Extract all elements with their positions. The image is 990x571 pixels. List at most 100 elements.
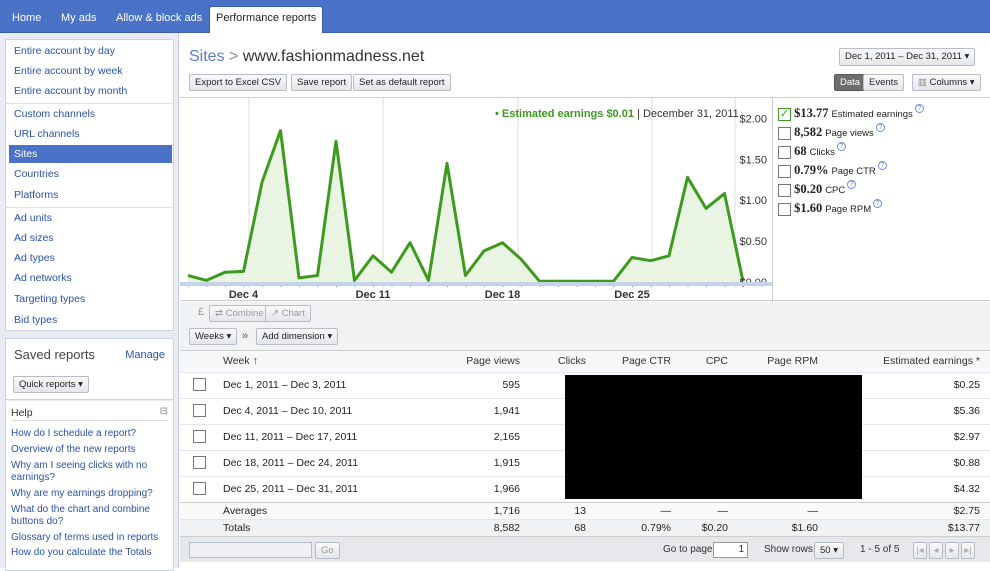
prev-page-icon[interactable]: ◂ (929, 542, 943, 559)
row-checkbox[interactable] (193, 378, 206, 391)
report-toolbar: £ ⇄ Combine ↗ Chart Weeks ▾ » Add dimens… (180, 302, 990, 351)
help-link-chart-combine[interactable]: What do the chart and combine buttons do… (11, 504, 169, 528)
help-links: How do I schedule a report? Overview of … (11, 428, 169, 559)
legend-value: 0.79% (794, 163, 829, 177)
events-view-button[interactable]: Events (863, 74, 905, 91)
combine-button[interactable]: ⇄ Combine (209, 305, 270, 322)
date-range-picker[interactable]: Dec 1, 2011 – Dec 31, 2011 ▾ (839, 48, 976, 66)
data-view-button[interactable]: Data (834, 74, 867, 91)
legend-checkbox[interactable] (778, 202, 791, 216)
legend-checkbox[interactable] (778, 126, 791, 140)
date-range-value: Dec 1, 2011 – Dec 31, 2011 (845, 51, 962, 62)
sidebar-item-ad-types[interactable]: Ad types (9, 249, 172, 267)
help-link-schedule[interactable]: How do I schedule a report? (11, 428, 169, 440)
manage-link[interactable]: Manage (125, 349, 165, 361)
sidebar-item-sites[interactable]: Sites (9, 145, 172, 163)
sidebar-item-entire-account-by-day[interactable]: Entire account by day (9, 42, 172, 60)
row-checkbox[interactable] (193, 456, 206, 469)
divider (6, 103, 173, 104)
first-page-icon[interactable]: |◂ (913, 542, 927, 559)
saved-reports-panel: Saved reports Manage Quick reports ▾ (5, 338, 174, 400)
averages-page-ctr: — (660, 505, 672, 517)
collapse-icon[interactable]: ⊟ (160, 406, 168, 417)
export-csv-button[interactable]: Export to Excel CSV (189, 74, 288, 91)
rows-per-page-dropdown[interactable]: 50 ▾ (814, 542, 844, 559)
legend-item[interactable]: $0.20 CPC? (778, 180, 857, 198)
row-page-views: 1,941 (493, 405, 520, 417)
sidebar-item-custom-channels[interactable]: Custom channels (9, 105, 172, 123)
totals-page-rpm: $1.60 (791, 522, 818, 534)
legend-checkbox[interactable] (778, 183, 791, 197)
tab-performance-reports[interactable]: Performance reports (209, 6, 324, 34)
sidebar-item-ad-networks[interactable]: Ad networks (9, 269, 172, 287)
chevron-down-icon: ▾ (226, 331, 232, 342)
chart-icon: ↗ (271, 308, 279, 319)
last-page-icon[interactable]: ▸| (961, 542, 975, 559)
legend-label: Page CTR (831, 166, 876, 177)
legend-value: $1.60 (794, 201, 823, 215)
sidebar-item-targeting-types[interactable]: Targeting types (9, 290, 172, 308)
column-header-week[interactable]: Week ↑ (223, 351, 258, 372)
sidebar-item-url-channels[interactable]: URL channels (9, 125, 172, 143)
help-link-glossary[interactable]: Glossary of terms used in reports (11, 532, 169, 544)
goto-page-input[interactable]: 1 (713, 542, 748, 558)
column-header-estimated-earnings[interactable]: Estimated earnings * (840, 351, 980, 372)
quick-reports-dropdown[interactable]: Quick reports ▾ (13, 376, 89, 393)
column-header-page-ctr[interactable]: Page CTR (611, 351, 671, 372)
sidebar-item-countries[interactable]: Countries (9, 165, 172, 183)
sidebar-item-ad-units[interactable]: Ad units (9, 209, 172, 227)
legend-checkbox[interactable] (778, 164, 791, 178)
sidebar-item-ad-sizes[interactable]: Ad sizes (9, 229, 172, 247)
averages-estimated-earnings: $2.75 (953, 505, 980, 517)
breadcrumb-sites[interactable]: Sites (189, 48, 225, 65)
help-link-clicks-no-earnings[interactable]: Why am I seeing clicks with no earnings? (11, 460, 169, 484)
legend-label: CPC (825, 185, 846, 196)
help-title: Help (11, 407, 33, 419)
add-dimension-label: Add dimension (262, 331, 325, 342)
help-icon[interactable]: ? (914, 104, 924, 113)
chart-button[interactable]: ↗ Chart (265, 305, 311, 322)
legend-item[interactable]: 68 Clicks? (778, 142, 846, 160)
row-checkbox[interactable] (193, 404, 206, 417)
tab-home[interactable]: Home (6, 7, 47, 33)
weeks-label: Weeks (195, 331, 224, 342)
help-icon[interactable]: ? (875, 123, 885, 132)
legend-checkbox[interactable]: ✓ (778, 107, 791, 121)
tab-my-ads[interactable]: My ads (55, 7, 102, 33)
column-header-page-views[interactable]: Page views (435, 351, 520, 372)
sidebar-item-bid-types[interactable]: Bid types (9, 311, 172, 329)
averages-page-rpm: — (807, 505, 819, 517)
next-page-icon[interactable]: ▸ (945, 542, 959, 559)
sidebar-item-entire-account-by-week[interactable]: Entire account by week (9, 62, 172, 80)
help-icon[interactable]: ? (877, 161, 887, 170)
sidebar: Entire account by day Entire account by … (0, 33, 179, 571)
legend-item[interactable]: ✓ $13.77 Estimated earnings? (778, 104, 924, 122)
columns-button[interactable]: ▥ Columns ▾ (912, 74, 981, 91)
set-default-report-button[interactable]: Set as default report (353, 74, 451, 91)
column-header-cpc[interactable]: CPC (693, 351, 728, 372)
column-header-clicks[interactable]: Clicks (542, 351, 586, 372)
table-footer: Go Go to page: 1 Show rows: 50 ▾ 1 - 5 o… (180, 536, 990, 562)
legend-item[interactable]: $1.60 Page RPM? (778, 199, 883, 217)
legend-item[interactable]: 0.79% Page CTR? (778, 161, 887, 179)
help-link-totals[interactable]: How do you calculate the Totals (11, 547, 169, 559)
column-header-page-rpm[interactable]: Page RPM (758, 351, 818, 372)
help-icon[interactable]: ? (873, 199, 883, 208)
sidebar-item-platforms[interactable]: Platforms (9, 186, 172, 204)
help-icon[interactable]: ? (847, 180, 857, 189)
filter-input[interactable] (189, 542, 312, 558)
help-link-earnings-dropping[interactable]: Why are my earnings dropping? (11, 488, 169, 500)
row-checkbox[interactable] (193, 482, 206, 495)
go-button[interactable]: Go (315, 542, 340, 559)
save-report-button[interactable]: Save report (291, 74, 353, 91)
help-icon[interactable]: ? (836, 142, 846, 151)
legend-item[interactable]: 8,582 Page views? (778, 123, 885, 141)
sidebar-item-entire-account-by-month[interactable]: Entire account by month (9, 82, 172, 100)
add-dimension-dropdown[interactable]: Add dimension ▾ (256, 328, 339, 345)
help-link-overview[interactable]: Overview of the new reports (11, 444, 169, 456)
weeks-dropdown[interactable]: Weeks ▾ (189, 328, 238, 345)
tab-allow-block-ads[interactable]: Allow & block ads (110, 7, 208, 33)
legend-checkbox[interactable] (778, 145, 791, 159)
row-checkbox[interactable] (193, 430, 206, 443)
pagination-range: 1 - 5 of 5 (860, 544, 900, 555)
